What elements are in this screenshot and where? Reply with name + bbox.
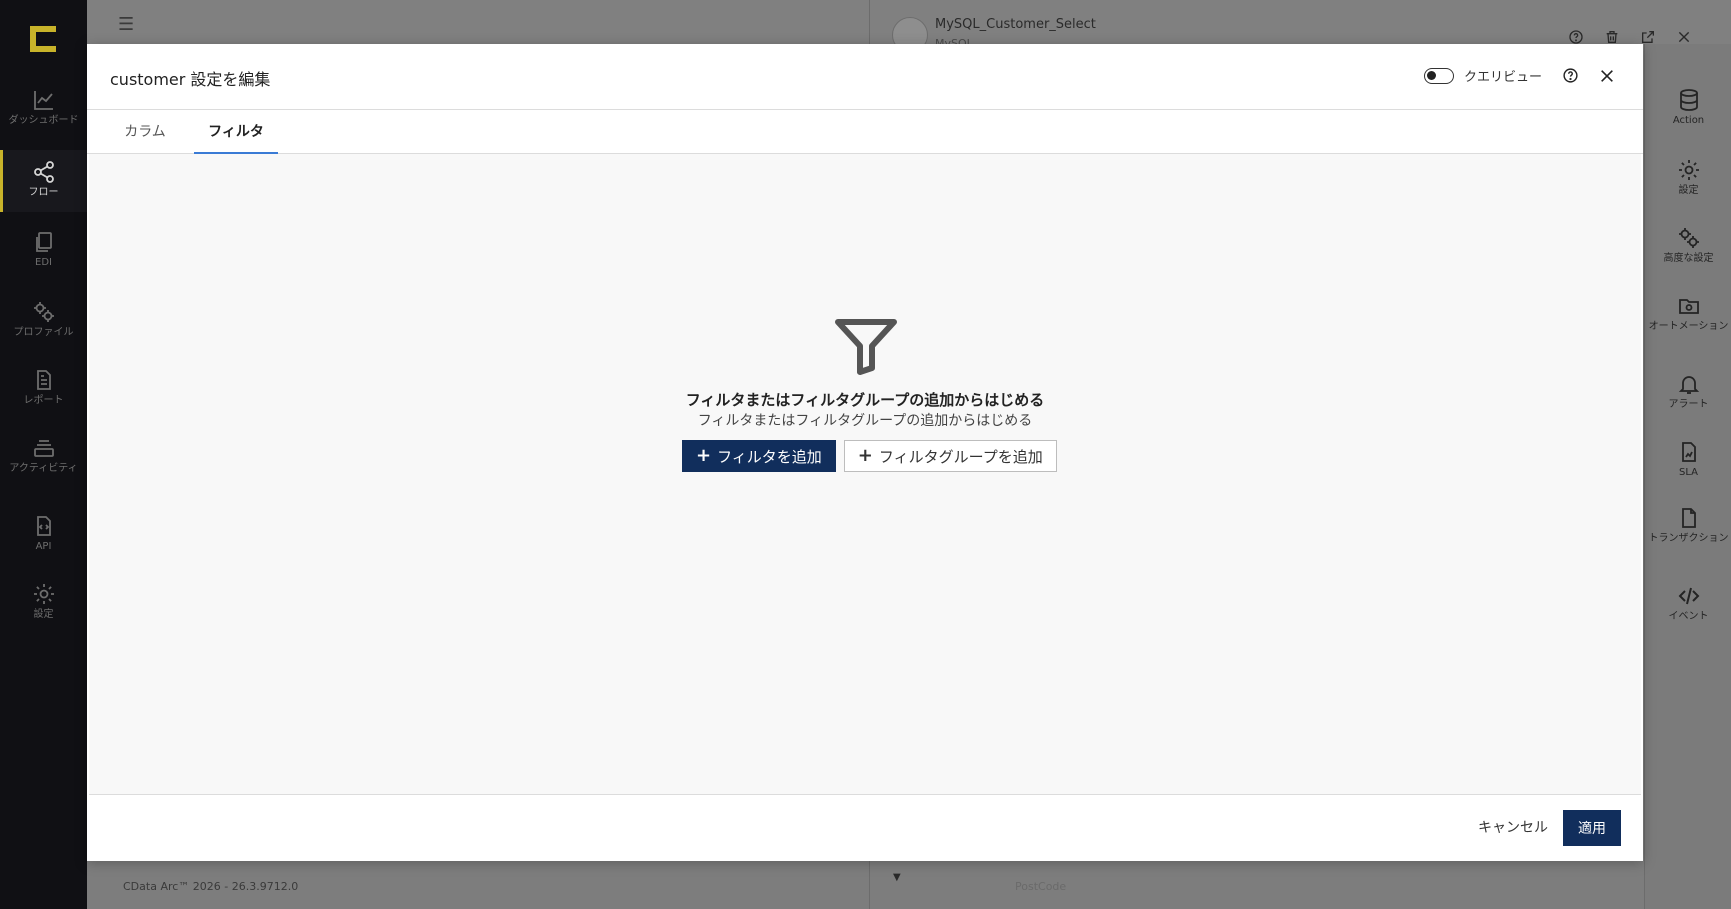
nav-item-edi[interactable]: EDI	[0, 220, 87, 282]
modal-header-actions: クエリビュー	[1423, 66, 1615, 85]
file-icon	[1681, 508, 1696, 528]
empty-state-subtitle: フィルタまたはフィルタグループの追加からはじめる	[697, 413, 1033, 429]
add-filter-button[interactable]: + フィルタを追加	[682, 440, 836, 472]
nav-item-dashboard[interactable]: ダッシュボード	[0, 78, 87, 140]
share-nodes-icon	[33, 161, 54, 183]
nav-item-report[interactable]: レポート	[0, 358, 87, 420]
nav-item-label: 設定	[33, 609, 54, 620]
rail-item-settings[interactable]: 設定	[1645, 148, 1731, 212]
modal-header: customer 設定を編集 クエリビュー	[87, 44, 1643, 110]
folder-gear-icon	[1678, 299, 1699, 314]
nav-item-label: EDI	[35, 257, 52, 268]
modal-footer: キャンセル 適用	[87, 795, 1643, 861]
rail-item-transactions[interactable]: トランザクション	[1645, 496, 1731, 560]
nav-item-flow[interactable]: フロー	[0, 150, 87, 212]
app-logo[interactable]	[30, 26, 56, 52]
tab-columns[interactable]: カラム	[103, 110, 187, 153]
gear-icon	[1678, 160, 1699, 180]
nav-item-label: API	[35, 541, 52, 552]
faded-field-label: PostCode	[1015, 880, 1067, 893]
left-nav: ダッシュボード フロー EDI プロファイル レポート アクティビティ API …	[0, 0, 87, 909]
rail-item-advanced-settings[interactable]: 高度な設定	[1645, 216, 1731, 280]
rail-item-label: 設定	[1678, 185, 1699, 196]
hamburger-menu-icon[interactable]: ☰	[118, 16, 136, 34]
apply-button[interactable]: 適用	[1563, 810, 1621, 846]
rail-item-automation[interactable]: オートメーション	[1645, 284, 1731, 348]
rail-item-label: Action	[1672, 115, 1705, 126]
nav-item-label: フロー	[28, 187, 59, 198]
plus-icon: +	[857, 445, 873, 466]
caret-down-icon[interactable]: ▼	[893, 872, 901, 883]
empty-state-actions: + フィルタを追加 + フィルタグループを追加	[682, 440, 1057, 472]
empty-state-title: フィルタまたはフィルタグループの追加からはじめる	[685, 391, 1045, 409]
database-icon	[1679, 89, 1698, 111]
gear-icon	[33, 584, 54, 604]
right-rail: Action 設定 高度な設定 オートメーション アラート SLA トランザクシ…	[1644, 44, 1731, 909]
plus-icon: +	[696, 445, 712, 466]
tab-filter[interactable]: フィルタ	[194, 110, 278, 154]
cancel-button[interactable]: キャンセル	[1478, 817, 1548, 837]
rail-item-label: SLA	[1679, 467, 1698, 478]
rail-item-events[interactable]: イベント	[1645, 574, 1731, 638]
report-icon	[36, 370, 51, 390]
rail-item-action[interactable]: Action	[1645, 78, 1731, 142]
rail-item-label: オートメーション	[1648, 321, 1729, 332]
sla-doc-icon	[1681, 442, 1696, 462]
query-view-label: クエリビュー	[1463, 70, 1542, 85]
add-filter-group-button[interactable]: + フィルタグループを追加	[843, 440, 1057, 472]
rail-item-label: 高度な設定	[1663, 253, 1714, 264]
funnel-icon	[835, 319, 897, 375]
rail-item-label: トランザクション	[1648, 533, 1729, 544]
code-icon	[1678, 587, 1699, 605]
documents-icon	[35, 232, 52, 252]
stack-icon	[33, 440, 54, 457]
bell-icon	[1678, 376, 1699, 394]
nav-item-label: アクティビティ	[9, 463, 78, 474]
gears-icon	[33, 302, 54, 322]
app-version: CData Arc™ 2026 - 26.3.9712.0	[123, 880, 299, 893]
nav-item-label: プロファイル	[13, 327, 74, 338]
close-icon[interactable]	[1599, 68, 1615, 84]
api-file-icon	[36, 516, 51, 536]
nav-item-settings[interactable]: 設定	[0, 572, 87, 634]
empty-state: フィルタまたはフィルタグループの追加からはじめる フィルタまたはフィルタグループ…	[89, 154, 1641, 794]
connector-title: MySQL_Customer_Select	[935, 17, 1096, 32]
rail-item-label: アラート	[1668, 399, 1709, 410]
rail-item-label: イベント	[1668, 611, 1709, 622]
gears-icon	[1678, 228, 1699, 248]
filter-panel: フィルタまたはフィルタグループの追加からはじめる フィルタまたはフィルタグループ…	[89, 154, 1641, 795]
add-filter-label: フィルタを追加	[717, 447, 822, 466]
edit-settings-modal: customer 設定を編集 クエリビュー カラム フィルタ フィルタまたはフィ…	[87, 44, 1643, 861]
nav-item-label: レポート	[23, 395, 64, 406]
add-filter-group-label: フィルタグループを追加	[878, 447, 1043, 466]
rail-item-alerts[interactable]: アラート	[1645, 362, 1731, 426]
nav-item-activity[interactable]: アクティビティ	[0, 426, 87, 488]
nav-item-profile[interactable]: プロファイル	[0, 290, 87, 352]
rail-item-sla[interactable]: SLA	[1645, 430, 1731, 494]
modal-tabs: カラム フィルタ	[87, 110, 1643, 154]
chart-line-icon	[33, 91, 53, 110]
nav-item-api[interactable]: API	[0, 504, 87, 566]
help-circle-icon[interactable]	[1562, 67, 1579, 84]
modal-title: customer 設定を編集	[110, 70, 271, 89]
nav-item-label: ダッシュボード	[8, 115, 79, 126]
query-view-toggle[interactable]	[1423, 67, 1454, 84]
